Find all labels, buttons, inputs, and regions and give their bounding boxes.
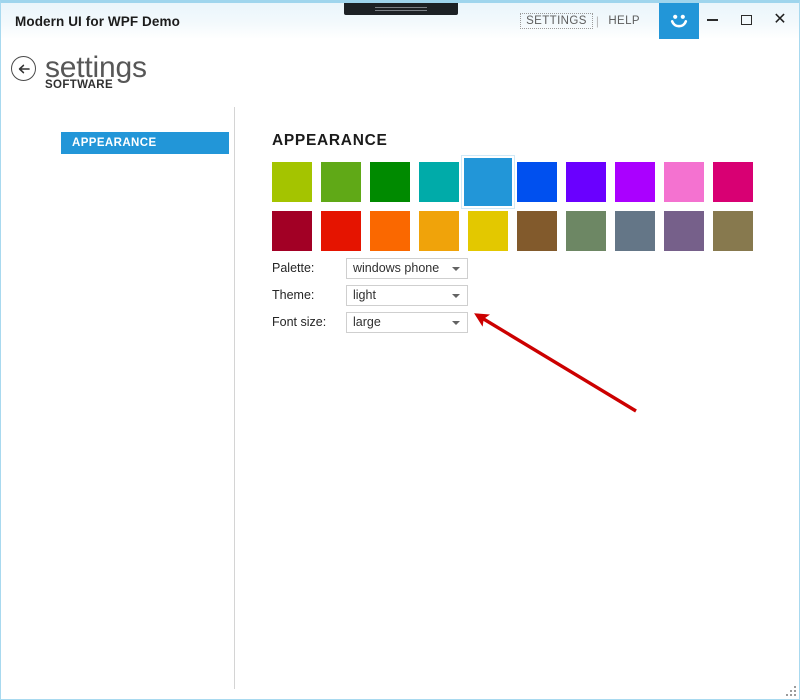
- accent-swatch-indigo[interactable]: [566, 162, 606, 202]
- chevron-down-icon: [452, 293, 460, 298]
- sidebar-item-appearance[interactable]: APPEARANCE: [61, 132, 229, 154]
- title-link-group: SETTINGS | HELP: [520, 13, 646, 29]
- settings-link[interactable]: SETTINGS: [520, 13, 593, 29]
- minimize-button[interactable]: [695, 5, 729, 35]
- smiley-face-glyph: [670, 14, 688, 28]
- accent-swatch-magenta[interactable]: [713, 162, 753, 202]
- accent-color-grid: [272, 158, 766, 256]
- sidebar-item-label: APPEARANCE: [72, 137, 157, 149]
- window-controls: ✕: [695, 3, 797, 37]
- notch-line: [375, 10, 427, 11]
- accent-swatch-olive[interactable]: [566, 211, 606, 251]
- settings-panel: APPEARANCE Palette: windows phone Theme:…: [236, 107, 799, 689]
- accent-swatch-pink[interactable]: [664, 162, 704, 202]
- font-size-label: Font size:: [272, 315, 327, 329]
- accent-swatch-amber[interactable]: [419, 211, 459, 251]
- accent-swatch-cyan[interactable]: [464, 158, 512, 206]
- palette-select[interactable]: windows phone: [346, 257, 468, 279]
- close-icon: ✕: [773, 11, 787, 28]
- palette-label: Palette:: [272, 261, 315, 275]
- font-size-option-row: Font size: large: [272, 309, 468, 335]
- maximize-icon: [740, 15, 752, 25]
- maximize-button[interactable]: [729, 5, 763, 35]
- accent-swatch-violet[interactable]: [615, 162, 655, 202]
- back-arrow-icon[interactable]: [11, 56, 36, 81]
- accent-swatch-green[interactable]: [321, 162, 361, 202]
- application-window: Modern UI for WPF Demo SETTINGS | HELP ✕: [0, 0, 800, 700]
- font-size-value: large: [353, 315, 381, 329]
- link-separator: |: [595, 14, 600, 28]
- theme-option-row: Theme: light: [272, 282, 468, 308]
- page-header: settings SOFTWARE: [1, 43, 799, 101]
- accent-swatch-mauve[interactable]: [664, 211, 704, 251]
- accent-swatch-cobalt[interactable]: [517, 162, 557, 202]
- accent-color-row-2: [272, 207, 766, 256]
- chevron-down-icon: [452, 320, 460, 325]
- window-title: Modern UI for WPF Demo: [15, 14, 180, 29]
- accent-swatch-yellow[interactable]: [468, 211, 508, 251]
- close-button[interactable]: ✕: [763, 5, 797, 35]
- back-arrow-glyph: [18, 64, 30, 73]
- title-bar: Modern UI for WPF Demo SETTINGS | HELP ✕: [1, 3, 799, 39]
- content-area: APPEARANCE APPEARANCE Palette: windows p…: [1, 107, 799, 689]
- accent-swatch-brown[interactable]: [517, 211, 557, 251]
- theme-value: light: [353, 288, 376, 302]
- accent-swatch-taupe[interactable]: [713, 211, 753, 251]
- resize-grip[interactable]: [783, 683, 796, 696]
- page-subtitle: SOFTWARE: [45, 79, 113, 91]
- accent-color-row-1: [272, 158, 766, 207]
- accent-swatch-crimson[interactable]: [272, 211, 312, 251]
- accent-swatch-red[interactable]: [321, 211, 361, 251]
- smiley-face-icon[interactable]: [659, 3, 699, 39]
- palette-option-row: Palette: windows phone: [272, 255, 468, 281]
- accent-swatch-orange[interactable]: [370, 211, 410, 251]
- notch-line: [375, 7, 427, 8]
- minimize-icon: [706, 19, 718, 21]
- chevron-down-icon: [452, 266, 460, 271]
- accent-swatch-steel[interactable]: [615, 211, 655, 251]
- panel-heading: APPEARANCE: [272, 132, 388, 149]
- help-link[interactable]: HELP: [602, 13, 646, 29]
- appearance-options: Palette: windows phone Theme: light Font…: [272, 255, 468, 336]
- theme-label: Theme:: [272, 288, 315, 302]
- accent-swatch-lime[interactable]: [272, 162, 312, 202]
- font-size-select[interactable]: large: [346, 311, 468, 333]
- screen-notch-overlay: [344, 3, 458, 15]
- theme-select[interactable]: light: [346, 284, 468, 306]
- settings-sidebar: APPEARANCE: [1, 107, 235, 689]
- palette-value: windows phone: [353, 261, 440, 275]
- accent-swatch-teal[interactable]: [419, 162, 459, 202]
- accent-swatch-emerald[interactable]: [370, 162, 410, 202]
